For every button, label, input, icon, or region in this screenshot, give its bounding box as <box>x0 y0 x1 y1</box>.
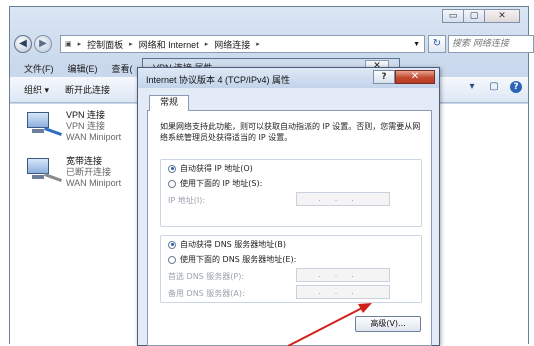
tab-general[interactable]: 常规 <box>149 95 189 111</box>
annotation-arrow <box>287 303 372 346</box>
